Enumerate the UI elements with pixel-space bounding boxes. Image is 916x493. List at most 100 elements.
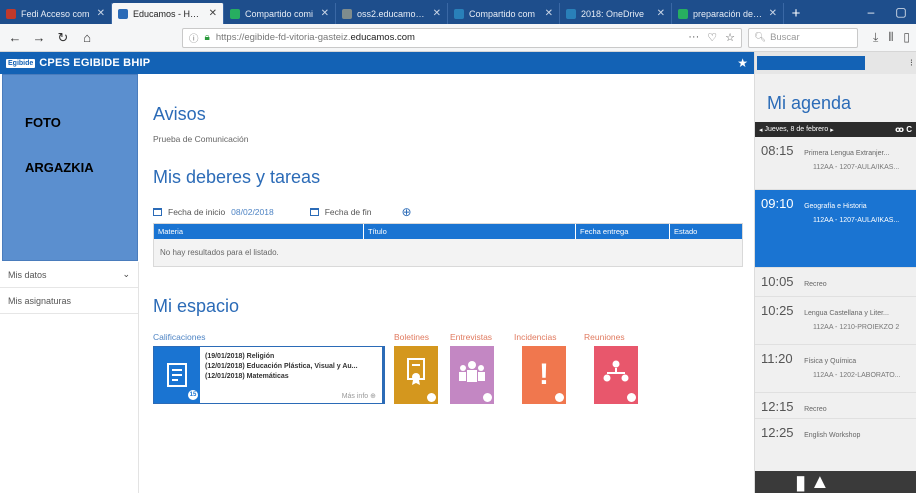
toolbar-icons: ⤓ ⫴ ▯ <box>873 30 910 45</box>
table-empty-message: No hay resultados para el listado. <box>154 239 742 266</box>
scroll-handle-icon[interactable]: ⁝ <box>910 58 913 69</box>
agenda-entry-selected[interactable]: 09:10 Geografía e Historia 112AA - 1207-… <box>755 190 916 268</box>
entrevistas-label[interactable]: Entrevistas <box>450 332 492 342</box>
close-icon[interactable]: ✕ <box>769 8 777 19</box>
deberes-table: Materia Título Fecha entrega Estado No h… <box>153 223 743 267</box>
window-controls: – ▢ <box>856 0 916 24</box>
start-date-value[interactable]: 08/02/2018 <box>231 207 274 217</box>
tab-title: Fedi Acceso com <box>21 8 90 19</box>
search-go-icon[interactable]: ⊕ <box>402 205 412 219</box>
overlay-glyph: ▮ <box>795 471 807 493</box>
calendar-icon[interactable] <box>153 208 162 216</box>
close-icon[interactable]: ✕ <box>545 8 553 19</box>
download-icon[interactable]: ⤓ <box>873 30 878 45</box>
profile-photo-placeholder[interactable]: FOTO ARGAZKIA <box>2 74 138 261</box>
close-icon[interactable]: ✕ <box>209 8 217 19</box>
card-badge <box>483 393 492 402</box>
agenda-tools-icon[interactable]: ꝏ C <box>895 125 912 134</box>
grades-list: (19/01/2018) Religión (12/01/2018) Educa… <box>205 352 358 382</box>
people-icon <box>458 359 486 391</box>
browser-tab[interactable]: preparación de la c ✕ <box>672 3 784 24</box>
user-bar[interactable] <box>757 56 865 70</box>
entry-room: 112AA - 1207-AULA/IKAS... <box>813 164 900 171</box>
calificaciones-label[interactable]: Calificaciones <box>153 332 205 342</box>
incidencias-card[interactable]: ! <box>522 346 566 404</box>
column-header-fecha[interactable]: Fecha entrega <box>576 224 670 239</box>
browser-tab[interactable]: 2018: OneDrive ✕ <box>560 3 672 24</box>
bookmark-star-icon[interactable]: ☆ <box>725 31 735 44</box>
browser-tab[interactable]: oss2.educamos.co ✕ <box>336 3 448 24</box>
more-info-link[interactable]: Más info ⊕ <box>342 392 376 400</box>
favorite-star-icon[interactable]: ★ <box>737 56 748 70</box>
reuniones-card[interactable] <box>594 346 638 404</box>
close-icon[interactable]: ✕ <box>321 8 329 19</box>
forward-icon[interactable]: → <box>30 29 48 47</box>
chevron-down-icon[interactable]: ⌄ <box>122 269 130 280</box>
aviso-item[interactable]: Prueba de Comunicación <box>153 134 248 144</box>
app-header: Egibide CPES EGIBIDE BHIP ★ <box>0 52 754 74</box>
tab-favicon-icon <box>454 8 464 19</box>
sidebar-icon[interactable]: ▯ <box>903 30 910 45</box>
close-icon[interactable]: ✕ <box>433 8 441 19</box>
grade-entry[interactable]: (12/01/2018) Educación Plástica, Visual … <box>205 362 358 372</box>
agenda-entry[interactable]: 12:25 English Workshop <box>755 419 916 449</box>
close-icon[interactable]: ✕ <box>97 8 105 19</box>
entry-time: 11:20 <box>761 351 793 366</box>
sidebar-item-label: Mis asignaturas <box>8 295 72 306</box>
entry-subject: Geografía e Historia <box>804 203 867 210</box>
sidebar-item-mis-asignaturas[interactable]: Mis asignaturas <box>0 288 138 314</box>
agenda-date[interactable]: Jueves, 8 de febrero <box>764 126 828 133</box>
new-tab-button[interactable]: + <box>784 3 808 24</box>
entry-room: 112AA - 1210-PROIEKZO 2 <box>813 324 900 331</box>
address-bar[interactable]: ⓘ 🔒︎ https://egibide-fd-vitoria-gasteiz.… <box>182 27 742 48</box>
entrevistas-card[interactable] <box>450 346 494 404</box>
reuniones-label[interactable]: Reuniones <box>584 332 625 342</box>
agenda-entry[interactable]: 10:05 Recreo <box>755 268 916 297</box>
agenda-entry[interactable]: 12:15 Recreo <box>755 393 916 419</box>
url-domain: educamos.com <box>350 32 415 43</box>
grades-count-badge: 15 <box>188 390 198 400</box>
info-icon[interactable]: ⓘ <box>189 31 199 45</box>
grade-entry[interactable]: (19/01/2018) Religión <box>205 352 358 362</box>
boletines-card[interactable] <box>394 346 438 404</box>
calificaciones-card[interactable]: 15 (19/01/2018) Religión (12/01/2018) Ed… <box>153 346 385 404</box>
boletines-label[interactable]: Boletines <box>394 332 429 342</box>
agenda-entry[interactable]: 08:15 Primera Lengua Extranjer... 112AA … <box>755 137 916 190</box>
browser-tab[interactable]: Compartido comi ✕ <box>224 3 336 24</box>
school-name[interactable]: CPES EGIBIDE BHIP <box>39 57 150 69</box>
entry-time: 09:10 <box>761 196 794 211</box>
reload-icon[interactable]: ↻ <box>54 29 72 47</box>
tab-title: Compartido com <box>469 8 536 19</box>
maximize-icon[interactable]: ▢ <box>886 5 916 19</box>
agenda-overlay-strip: ▮ ▲ <box>755 471 916 493</box>
next-day-icon[interactable]: ▸ <box>828 126 834 134</box>
end-date-label[interactable]: Fecha de fin <box>325 207 372 217</box>
browser-tab-active[interactable]: Educamos - Home ✕ <box>112 3 224 24</box>
minimize-icon[interactable]: – <box>856 5 886 19</box>
browser-tab[interactable]: Compartido com ✕ <box>448 3 560 24</box>
agenda-entry[interactable]: 10:25 Lengua Castellana y Liter... 112AA… <box>755 297 916 345</box>
incidencias-label[interactable]: Incidencias <box>514 332 557 342</box>
agenda-entry[interactable]: 11:20 Física y Química 112AA - 1202-LABO… <box>755 345 916 393</box>
sidebar-item-mis-datos[interactable]: Mis datos ⌄ <box>0 262 138 288</box>
url-text[interactable]: https://egibide-fd-vitoria-gasteiz.educa… <box>216 32 682 43</box>
tab-title: 2018: OneDrive <box>581 8 645 19</box>
more-icon[interactable]: ··· <box>688 31 699 44</box>
browser-tab[interactable]: Fedi Acceso com ✕ <box>0 3 112 24</box>
home-icon[interactable]: ⌂ <box>78 29 96 47</box>
calendar-icon[interactable] <box>309 208 319 216</box>
back-icon[interactable]: ← <box>6 29 24 47</box>
grade-entry[interactable]: (12/01/2018) Matemáticas <box>205 372 358 382</box>
column-header-estado[interactable]: Estado <box>670 224 742 239</box>
entry-time: 12:15 <box>761 399 794 414</box>
column-header-titulo[interactable]: Título <box>364 224 576 239</box>
library-icon[interactable]: ⫴ <box>888 30 893 45</box>
close-icon[interactable]: ✕ <box>657 8 665 19</box>
search-input[interactable]: 🔍︎ Buscar <box>748 27 858 48</box>
agenda-top-bar: ⁝ <box>755 52 916 74</box>
espacio-title: Mi espacio <box>153 296 240 316</box>
column-header-materia[interactable]: Materia <box>154 224 364 239</box>
school-logo[interactable]: Egibide <box>6 58 36 68</box>
pocket-icon[interactable]: ♡ <box>707 31 717 44</box>
plus-circle-icon: ⊕ <box>370 393 376 400</box>
